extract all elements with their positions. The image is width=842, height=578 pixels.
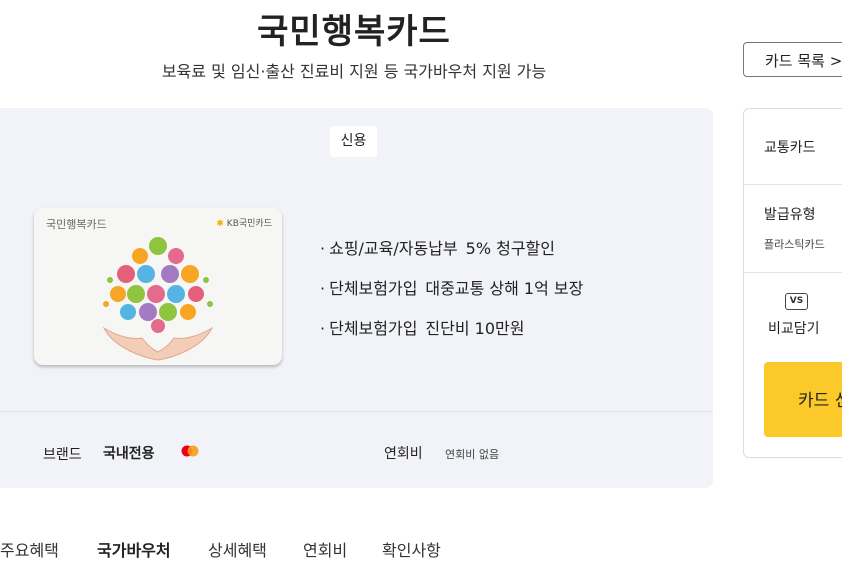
card-image: 국민행복카드 ✱ KB국민카드 [34, 208, 282, 365]
issue-type-label: 발급유형 [764, 207, 816, 223]
page-title: 국민행복카드 [257, 12, 451, 52]
annual-fee-label: 연회비 [384, 446, 423, 462]
family-tree-illustration [102, 237, 214, 361]
brand-label: 브랜드 [43, 447, 82, 463]
benefit-item: · 단체보험가입 진단비 10만원 [320, 319, 525, 338]
card-detail-page: 국민행복카드 보육료 및 임신·출산 진료비 지원 등 국가바우처 지원 가능 … [0, 0, 842, 578]
tab-annual-fee[interactable]: 연회비 [303, 537, 347, 561]
side-divider [743, 272, 842, 273]
card-list-button[interactable]: 카드 목록 > [743, 42, 842, 77]
card-type-badge: 신용 [330, 126, 377, 157]
tab-main-benefits[interactable]: 주요혜택 [0, 537, 59, 561]
benefit-value: 대중교통 상해 1억 보장 [425, 279, 584, 298]
tab-detailed-benefits[interactable]: 상세혜택 [208, 537, 267, 561]
issue-type-value: 플라스틱카드 [764, 238, 825, 251]
page-subtitle: 보육료 및 임신·출산 진료비 지원 등 국가바우처 지원 가능 [161, 62, 547, 81]
compare-button-label[interactable]: 비교담기 [768, 318, 820, 338]
mastercard-icon [181, 445, 199, 457]
apply-card-button[interactable]: 카드 신청 [764, 362, 842, 437]
benefit-item: · 단체보험가입 대중교통 상해 1억 보장 [320, 279, 584, 298]
annual-fee-value: 연회비 없음 [445, 448, 500, 461]
benefit-item: · 쇼핑/교육/자동납부 5% 청구할인 [320, 239, 555, 258]
benefit-label: 쇼핑/교육/자동납부 [329, 239, 458, 258]
tab-notices[interactable]: 확인사항 [382, 537, 441, 561]
tab-national-voucher[interactable]: 국가바우처 [97, 537, 171, 561]
panel-divider [0, 411, 713, 412]
compare-vs-icon[interactable]: VS [785, 293, 808, 310]
benefit-value: 5% 청구할인 [465, 239, 555, 258]
transit-card-label: 교통카드 [764, 140, 816, 156]
benefit-list: · 쇼핑/교육/자동납부 5% 청구할인 · 단체보험가입 대중교통 상해 1억 보장 … [320, 235, 583, 355]
side-divider [743, 184, 842, 185]
benefit-value: 진단비 10만원 [425, 319, 525, 338]
benefit-label: 단체보험가입 [329, 319, 418, 338]
brand-value: 국내전용 [103, 446, 155, 462]
tree-circles [103, 237, 213, 333]
benefit-label: 단체보험가입 [329, 279, 418, 298]
